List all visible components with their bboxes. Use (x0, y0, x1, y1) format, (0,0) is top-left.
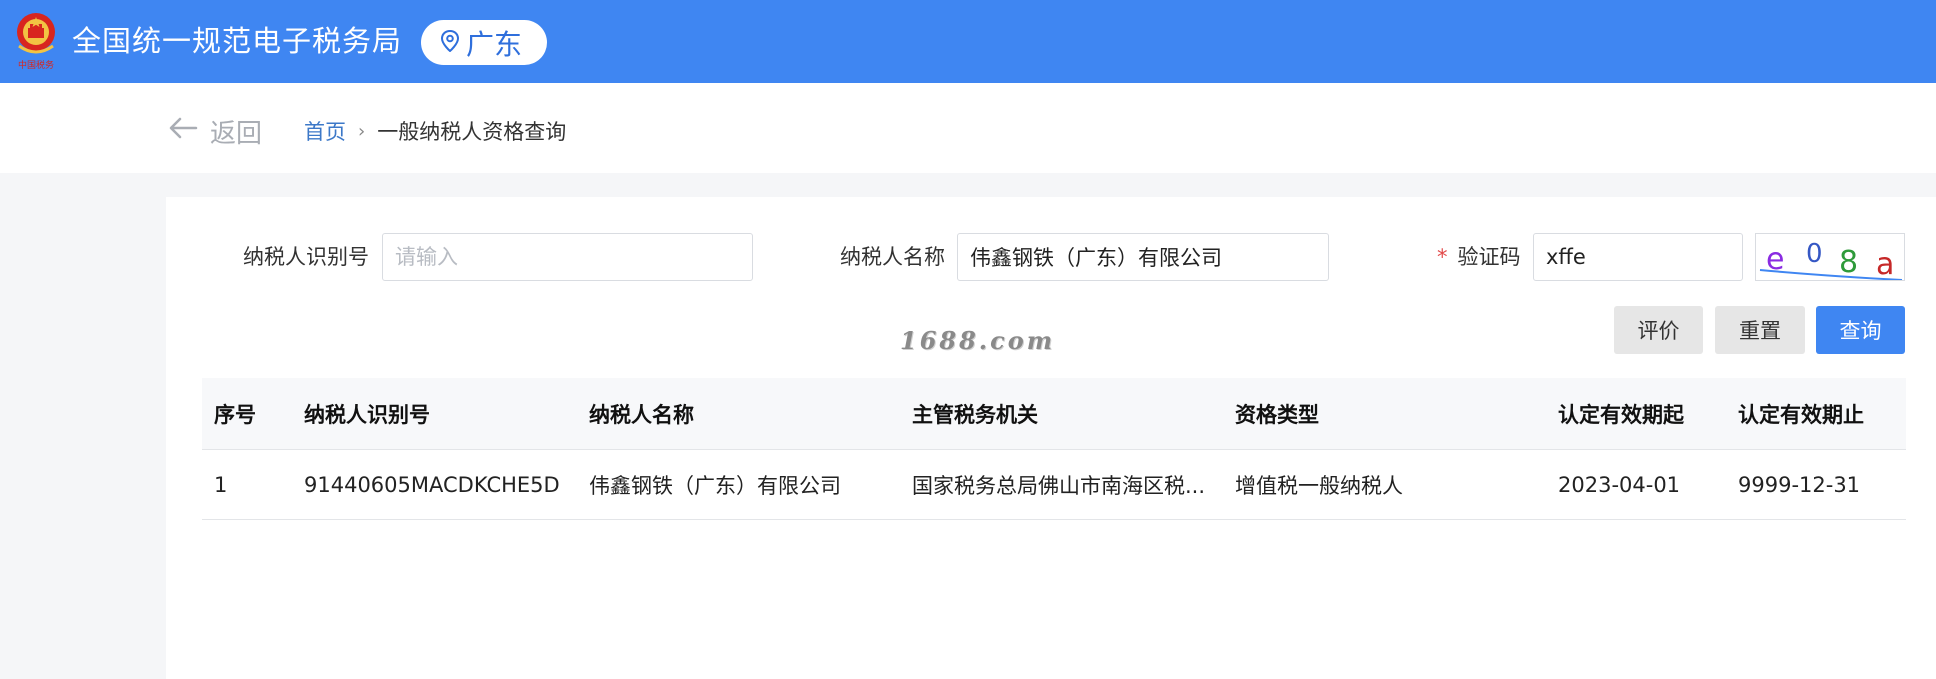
taxpayer-id-label: 纳税人识别号 (243, 245, 369, 269)
captcha-label-text: 验证码 (1457, 245, 1521, 269)
captcha-input[interactable] (1533, 233, 1743, 281)
watermark: 1688.com (900, 326, 1056, 355)
column-header-taxpayer-id: 纳税人识别号 (304, 402, 430, 427)
cell-valid-from: 2023-04-01 (1558, 472, 1681, 497)
cell-tax-authority: 国家税务总局佛山市南海区税... (912, 473, 1206, 498)
cell-valid-to: 9999-12-31 (1738, 472, 1861, 497)
captcha-char-3: 8 (1839, 245, 1858, 280)
location-pin-icon (440, 26, 460, 59)
table-header-row: 序号 纳税人识别号 纳税人名称 主管税务机关 资格类型 认定有效期起 认定有效期… (202, 378, 1906, 450)
tax-emblem-logo: 中国税务 (11, 10, 61, 72)
query-button[interactable]: 查询 (1816, 306, 1905, 354)
evaluate-button[interactable]: 评价 (1614, 306, 1703, 354)
captcha-label: * 验证码 (1437, 233, 1521, 281)
site-title: 全国统一规范电子税务局 (72, 24, 403, 58)
cell-qualification-type: 增值税一般纳税人 (1235, 473, 1403, 498)
navigation-bar: 返回 首页 › 一般纳税人资格查询 (0, 83, 1936, 173)
breadcrumb-current: 一般纳税人资格查询 (377, 120, 567, 144)
captcha-char-4: a (1876, 247, 1894, 281)
column-header-valid-from: 认定有效期起 (1558, 402, 1684, 427)
required-asterisk: * (1437, 245, 1448, 269)
reset-button[interactable]: 重置 (1715, 306, 1805, 354)
column-header-valid-to: 认定有效期止 (1738, 402, 1864, 427)
captcha-char-2: 0 (1806, 239, 1823, 269)
back-label: 返回 (210, 118, 263, 149)
column-header-taxpayer-name: 纳税人名称 (589, 402, 694, 427)
cell-taxpayer-id: 91440605MACDKCHE5D (304, 472, 560, 497)
breadcrumb: 首页 › 一般纳税人资格查询 (304, 113, 566, 149)
taxpayer-id-input[interactable] (382, 233, 753, 281)
table-row: 1 91440605MACDKCHE5D 伟鑫钢铁（广东）有限公司 国家税务总局… (202, 450, 1906, 520)
back-button[interactable]: 返回 (168, 111, 262, 151)
cell-index: 1 (214, 472, 228, 497)
breadcrumb-separator-icon: › (358, 120, 366, 142)
svg-text:中国税务: 中国税务 (18, 59, 54, 71)
region-label: 广东 (465, 27, 522, 61)
taxpayer-name-label: 纳税人名称 (840, 245, 945, 269)
captcha-image[interactable]: e 0 8 a (1755, 233, 1905, 281)
cell-taxpayer-name: 伟鑫钢铁（广东）有限公司 (589, 473, 841, 498)
top-header: 中国税务 全国统一规范电子税务局 广东 (0, 0, 1936, 83)
taxpayer-name-input[interactable] (957, 233, 1329, 281)
arrow-left-icon (168, 116, 198, 147)
region-selector[interactable]: 广东 (421, 20, 547, 65)
column-header-qualification-type: 资格类型 (1235, 402, 1319, 427)
breadcrumb-home-link[interactable]: 首页 (304, 116, 346, 146)
column-header-tax-authority: 主管税务机关 (912, 402, 1038, 427)
column-header-index: 序号 (214, 402, 256, 427)
